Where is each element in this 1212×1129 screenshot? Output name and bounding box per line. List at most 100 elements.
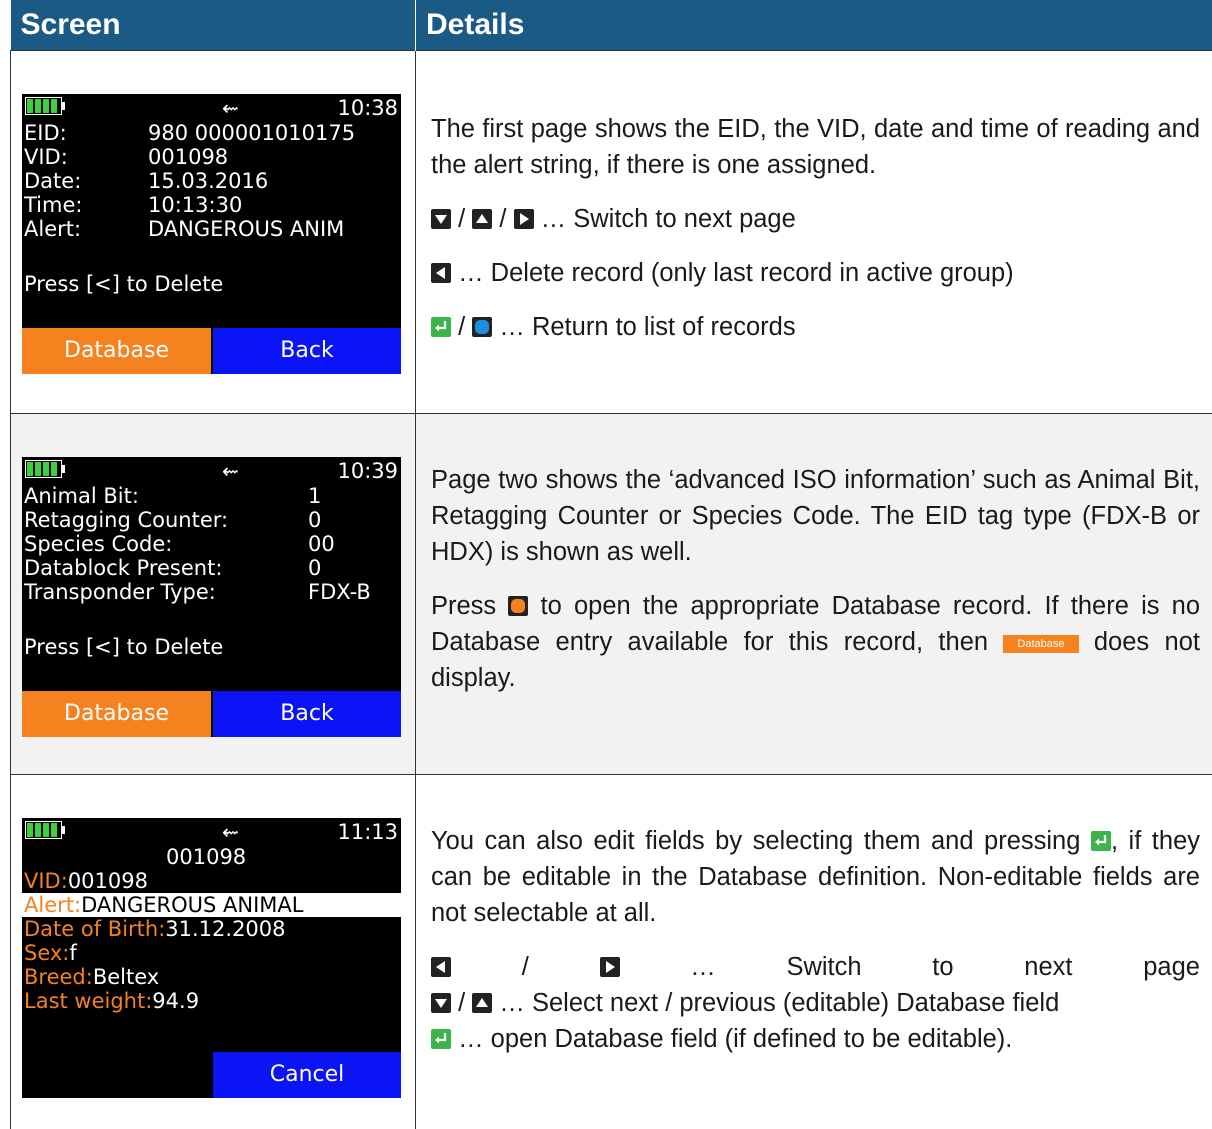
value-animal-bit: 1 [308, 484, 321, 508]
header-details: Details [416, 0, 1212, 51]
details-cell: You can also edit fields by selecting th… [416, 775, 1212, 1129]
word: page [1143, 949, 1200, 985]
enter-key-icon [431, 317, 451, 337]
details-cell: Page two shows the ‘advanced ISO informa… [416, 414, 1212, 775]
sep: / [458, 205, 465, 233]
up-key-icon [472, 209, 492, 229]
sep: / [458, 313, 465, 341]
record-heading: 001098 [166, 845, 246, 869]
field-alert[interactable]: Alert:DANGEROUS ANIMAL [24, 893, 303, 917]
battery-icon [25, 460, 67, 478]
legend-line-return: / … Return to list of records [431, 309, 1200, 345]
field-value: 31.12.2008 [165, 917, 285, 941]
word: next [1024, 949, 1072, 985]
field-breed[interactable]: Breed:Beltex [24, 965, 159, 989]
screen-cell: ⇜ 10:39 Animal Bit: 1 Retagging Counter:… [11, 414, 416, 775]
sep: / [499, 205, 506, 233]
value-species: 00 [308, 532, 335, 556]
field-value: 94.9 [152, 989, 199, 1013]
label-datablock: Datablock Present: [24, 556, 222, 580]
label-species: Species Code: [24, 532, 172, 556]
device-screen: ⇜ 10:39 Animal Bit: 1 Retagging Counter:… [22, 457, 401, 737]
delete-prompt: Press [<] to Delete [24, 272, 223, 296]
sep: / [458, 989, 465, 1017]
text-fragment: Press [431, 592, 496, 620]
value-time: 10:13:30 [148, 193, 242, 217]
database-badge: Database [1003, 635, 1078, 653]
right-key-icon [514, 209, 534, 229]
left-key-icon [431, 957, 451, 977]
cancel-softkey[interactable]: Cancel [213, 1052, 401, 1098]
text-fragment: You can also edit fields by selecting th… [431, 827, 1080, 855]
field-label: Sex: [24, 941, 69, 965]
usb-icon: ⇜ [222, 459, 239, 483]
back-softkey[interactable]: Back [213, 328, 401, 374]
label-alert: Alert: [24, 217, 81, 241]
blue-key-icon [472, 317, 492, 337]
value-eid: 980 000001010175 [148, 121, 355, 145]
enter-key-icon [431, 1029, 451, 1049]
details-paragraph: Page two shows the ‘advanced ISO informa… [431, 462, 1200, 570]
usb-icon: ⇜ [222, 820, 239, 844]
details-cell: The first page shows the EID, the VID, d… [416, 51, 1212, 414]
right-key-icon [600, 957, 620, 977]
field-sex[interactable]: Sex:f [24, 941, 77, 965]
word: Switch [786, 949, 861, 985]
battery-icon [25, 97, 67, 115]
details-text: You can also edit fields by selecting th… [431, 823, 1200, 1057]
value-datablock: 0 [308, 556, 321, 580]
label-vid: VID: [24, 145, 68, 169]
field-dob[interactable]: Date of Birth:31.12.2008 [24, 917, 286, 941]
label-animal-bit: Animal Bit: [24, 484, 139, 508]
details-text: Page two shows the ‘advanced ISO informa… [431, 462, 1200, 714]
table-row: ⇜ 10:38 EID: 980 000001010175 VID: 00109… [11, 51, 1212, 414]
back-softkey[interactable]: Back [213, 691, 401, 737]
up-key-icon [472, 993, 492, 1013]
sep: / [522, 949, 529, 985]
details-text: The first page shows the EID, the VID, d… [431, 111, 1200, 363]
screen-cell: ⇜ 11:13 001098 VID:001098 Alert:DANGEROU… [11, 775, 416, 1129]
database-softkey[interactable]: Database [22, 691, 211, 737]
clock: 10:39 [337, 459, 398, 483]
ellipsis: … [690, 949, 716, 985]
down-key-icon [431, 209, 451, 229]
enter-key-icon [1091, 831, 1111, 851]
field-vid[interactable]: VID:001098 [24, 869, 148, 893]
value-vid: 001098 [148, 145, 228, 169]
field-weight[interactable]: Last weight:94.9 [24, 989, 199, 1013]
header-screen: Screen [11, 0, 416, 51]
orange-key-icon [508, 596, 528, 616]
legend-line-switch: / … Switch to next page [431, 949, 1200, 985]
field-value: 001098 [68, 869, 148, 893]
device-screen: ⇜ 11:13 001098 VID:001098 Alert:DANGEROU… [22, 818, 401, 1098]
text-fragment: to open the appropriate Database record.… [431, 592, 1200, 656]
battery-icon [25, 821, 67, 839]
label-retagging: Retagging Counter: [24, 508, 228, 532]
label-time: Time: [24, 193, 82, 217]
table-row: ⇜ 10:39 Animal Bit: 1 Retagging Counter:… [11, 414, 1212, 775]
legend-text: … Return to list of records [499, 313, 795, 341]
field-label: Last weight: [24, 989, 152, 1013]
screen-cell: ⇜ 10:38 EID: 980 000001010175 VID: 00109… [11, 51, 416, 414]
details-paragraph: The first page shows the EID, the VID, d… [431, 111, 1200, 183]
legend-text: … open Database field (if defined to be … [458, 1025, 1012, 1053]
value-date: 15.03.2016 [148, 169, 268, 193]
value-alert: DANGEROUS ANIM [148, 217, 344, 241]
legend-text: … Delete record (only last record in act… [458, 259, 1014, 287]
field-label: Date of Birth: [24, 917, 165, 941]
field-value: DANGEROUS ANIMAL [81, 893, 303, 917]
field-label: Breed: [24, 965, 93, 989]
details-paragraph: You can also edit fields by selecting th… [431, 823, 1200, 931]
left-key-icon [431, 263, 451, 283]
legend-text: … Select next / previous (editable) Data… [499, 989, 1059, 1017]
value-transponder: FDX-B [308, 580, 371, 604]
legend-line-open: … open Database field (if defined to be … [431, 1021, 1200, 1057]
field-label: Alert: [24, 893, 81, 917]
database-softkey[interactable]: Database [22, 328, 211, 374]
legend-line-next: / / … Switch to next page [431, 201, 1200, 237]
word: to [932, 949, 953, 985]
clock: 10:38 [337, 96, 398, 120]
down-key-icon [431, 993, 451, 1013]
field-value: f [69, 941, 76, 965]
device-screen: ⇜ 10:38 EID: 980 000001010175 VID: 00109… [22, 94, 401, 374]
